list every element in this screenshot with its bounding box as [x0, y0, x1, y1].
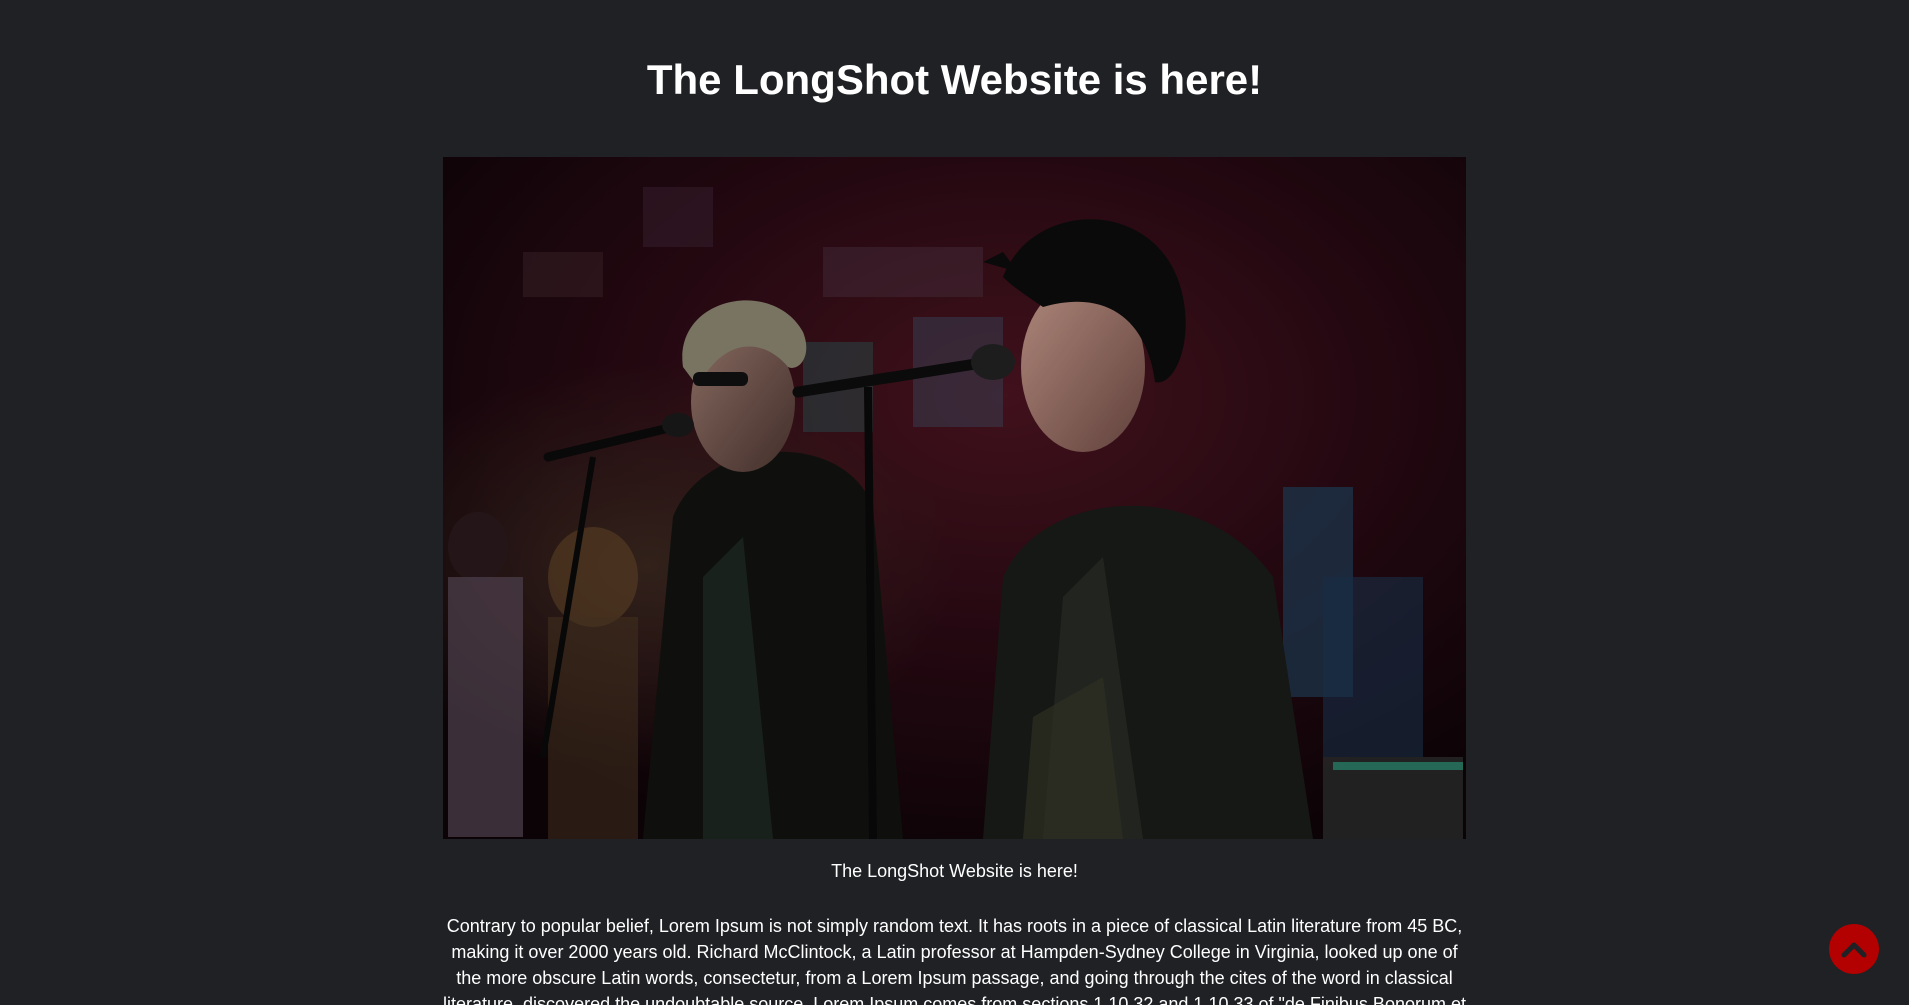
page: The LongShot Website is here! The LongSh… [0, 0, 1909, 1005]
scroll-to-top-button[interactable] [1829, 924, 1879, 974]
band-performance-photo [443, 157, 1466, 839]
page-title: The LongShot Website is here! [646, 56, 1263, 103]
article-paragraph: Contrary to popular belief, Lorem Ipsum … [443, 916, 1466, 1005]
image-caption: The LongShot Website is here! [831, 861, 1078, 881]
chevron-up-icon [1841, 940, 1867, 958]
hero-image [443, 157, 1466, 839]
